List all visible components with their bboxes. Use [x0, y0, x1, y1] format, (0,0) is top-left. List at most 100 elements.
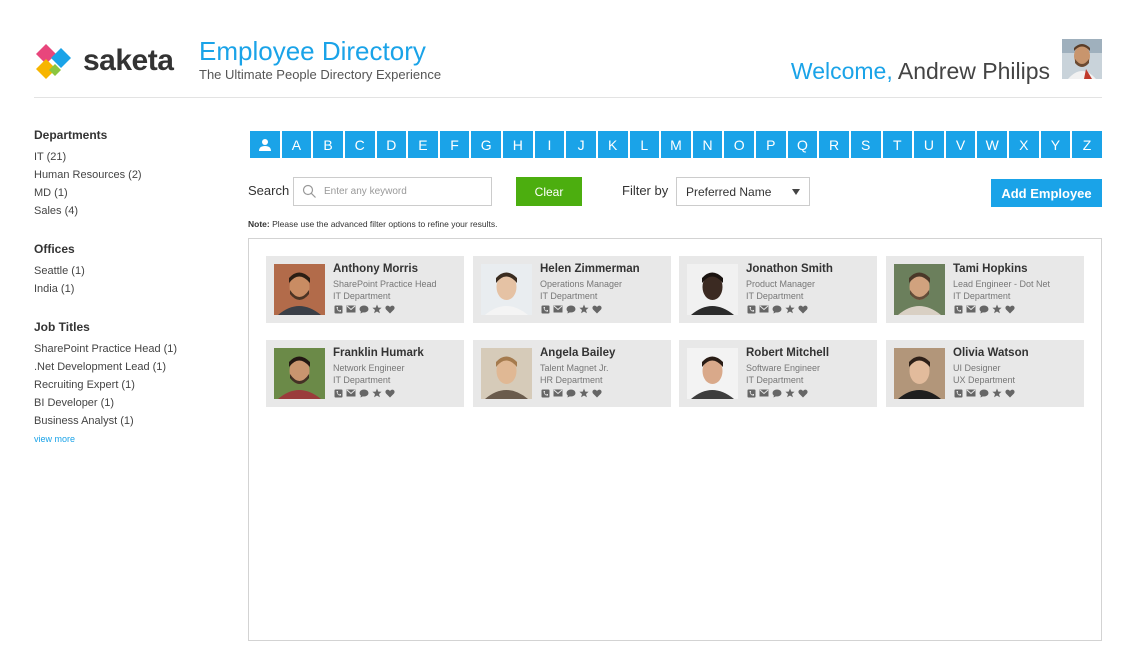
chat-icon[interactable] — [979, 304, 989, 314]
employee-card[interactable]: Tami Hopkins Lead Engineer - Dot Net IT De… — [886, 256, 1084, 323]
employee-name[interactable]: Olivia Watson — [953, 347, 1029, 359]
phone-icon[interactable] — [540, 304, 550, 314]
employee-photo[interactable] — [687, 348, 738, 399]
letter-filter-button[interactable]: E — [408, 131, 438, 158]
heart-icon[interactable] — [385, 304, 395, 314]
heart-icon[interactable] — [592, 304, 602, 314]
phone-icon[interactable] — [333, 304, 343, 314]
heart-icon[interactable] — [798, 304, 808, 314]
all-employees-button[interactable] — [250, 131, 280, 158]
employee-name[interactable]: Anthony Morris — [333, 263, 418, 275]
letter-filter-button[interactable]: F — [439, 131, 470, 158]
mail-icon[interactable] — [553, 304, 563, 314]
letter-filter-button[interactable]: R — [819, 131, 849, 158]
letter-filter-button[interactable]: T — [882, 131, 913, 158]
mail-icon[interactable] — [346, 304, 356, 314]
star-icon[interactable] — [579, 304, 589, 314]
heart-icon[interactable] — [1005, 388, 1015, 398]
letter-filter-button[interactable]: J — [566, 131, 596, 158]
mail-icon[interactable] — [759, 388, 769, 398]
letter-filter-button[interactable]: S — [850, 131, 881, 158]
letter-filter-button[interactable]: I — [534, 131, 565, 158]
employee-name[interactable]: Robert Mitchell — [746, 347, 829, 359]
job-title-filter-item[interactable]: BI Developer (1) — [34, 394, 234, 412]
star-icon[interactable] — [579, 388, 589, 398]
mail-icon[interactable] — [759, 304, 769, 314]
employee-photo[interactable] — [687, 264, 738, 315]
star-icon[interactable] — [992, 388, 1002, 398]
department-filter-item[interactable]: Human Resources (2) — [34, 166, 234, 184]
employee-name[interactable]: Helen Zimmerman — [540, 263, 640, 275]
job-title-filter-item[interactable]: Business Analyst (1) — [34, 412, 234, 430]
mail-icon[interactable] — [966, 388, 976, 398]
phone-icon[interactable] — [746, 388, 756, 398]
user-avatar[interactable] — [1062, 39, 1102, 79]
letter-filter-button[interactable]: O — [724, 131, 754, 158]
employee-card[interactable]: Olivia Watson UI Designer UX Department — [886, 340, 1084, 407]
office-filter-item[interactable]: Seattle (1) — [34, 262, 234, 280]
heart-icon[interactable] — [385, 388, 395, 398]
chat-icon[interactable] — [979, 388, 989, 398]
job-title-filter-item[interactable]: SharePoint Practice Head (1) — [34, 340, 234, 358]
letter-filter-button[interactable]: M — [661, 131, 691, 158]
employee-name[interactable]: Tami Hopkins — [953, 263, 1028, 275]
employee-photo[interactable] — [481, 264, 532, 315]
letter-filter-button[interactable]: U — [914, 131, 944, 158]
employee-photo[interactable] — [894, 264, 945, 315]
phone-icon[interactable] — [540, 388, 550, 398]
heart-icon[interactable] — [798, 388, 808, 398]
employee-photo[interactable] — [274, 264, 325, 315]
employee-photo[interactable] — [894, 348, 945, 399]
letter-filter-button[interactable]: G — [471, 131, 501, 158]
chat-icon[interactable] — [772, 304, 782, 314]
letter-filter-button[interactable]: W — [977, 131, 1007, 158]
employee-card[interactable]: Angela Bailey Talent Magnet Jr. HR Departm… — [473, 340, 671, 407]
star-icon[interactable] — [992, 304, 1002, 314]
mail-icon[interactable] — [966, 304, 976, 314]
chat-icon[interactable] — [772, 388, 782, 398]
phone-icon[interactable] — [953, 304, 963, 314]
job-title-filter-item[interactable]: .Net Development Lead (1) — [34, 358, 234, 376]
letter-filter-button[interactable]: Y — [1040, 131, 1071, 158]
view-more-link[interactable]: view more — [34, 434, 234, 444]
department-filter-item[interactable]: MD (1) — [34, 184, 234, 202]
employee-card[interactable]: Franklin Humark Network Engineer IT Depart… — [266, 340, 464, 407]
star-icon[interactable] — [785, 388, 795, 398]
department-filter-item[interactable]: Sales (4) — [34, 202, 234, 220]
chat-icon[interactable] — [566, 388, 576, 398]
letter-filter-button[interactable]: B — [313, 131, 343, 158]
employee-name[interactable]: Angela Bailey — [540, 347, 615, 359]
star-icon[interactable] — [372, 304, 382, 314]
employee-card[interactable]: Jonathon Smith Product Manager IT Departme… — [679, 256, 877, 323]
phone-icon[interactable] — [953, 388, 963, 398]
mail-icon[interactable] — [346, 388, 356, 398]
employee-photo[interactable] — [481, 348, 532, 399]
employee-name[interactable]: Franklin Humark — [333, 347, 424, 359]
heart-icon[interactable] — [592, 388, 602, 398]
letter-filter-button[interactable]: H — [503, 131, 533, 158]
employee-card[interactable]: Robert Mitchell Software Engineer IT Depar… — [679, 340, 877, 407]
heart-icon[interactable] — [1005, 304, 1015, 314]
phone-icon[interactable] — [746, 304, 756, 314]
letter-filter-button[interactable]: L — [629, 131, 660, 158]
chat-icon[interactable] — [359, 304, 369, 314]
add-employee-button[interactable]: Add Employee — [991, 179, 1102, 207]
letter-filter-button[interactable]: P — [756, 131, 786, 158]
employee-name[interactable]: Jonathon Smith — [746, 263, 833, 275]
letter-filter-button[interactable]: Z — [1072, 131, 1102, 158]
star-icon[interactable] — [372, 388, 382, 398]
filter-by-select[interactable]: Preferred Name — [676, 177, 810, 206]
employee-card[interactable]: Helen Zimmerman Operations Manager IT Depa… — [473, 256, 671, 323]
chat-icon[interactable] — [566, 304, 576, 314]
letter-filter-button[interactable]: Q — [787, 131, 818, 158]
job-title-filter-item[interactable]: Recruiting Expert (1) — [34, 376, 234, 394]
mail-icon[interactable] — [553, 388, 563, 398]
chat-icon[interactable] — [359, 388, 369, 398]
letter-filter-button[interactable]: A — [281, 131, 312, 158]
search-input[interactable] — [324, 181, 484, 202]
letter-filter-button[interactable]: K — [597, 131, 628, 158]
clear-button[interactable]: Clear — [516, 177, 582, 206]
office-filter-item[interactable]: India (1) — [34, 280, 234, 298]
letter-filter-button[interactable]: C — [344, 131, 375, 158]
letter-filter-button[interactable]: N — [692, 131, 723, 158]
